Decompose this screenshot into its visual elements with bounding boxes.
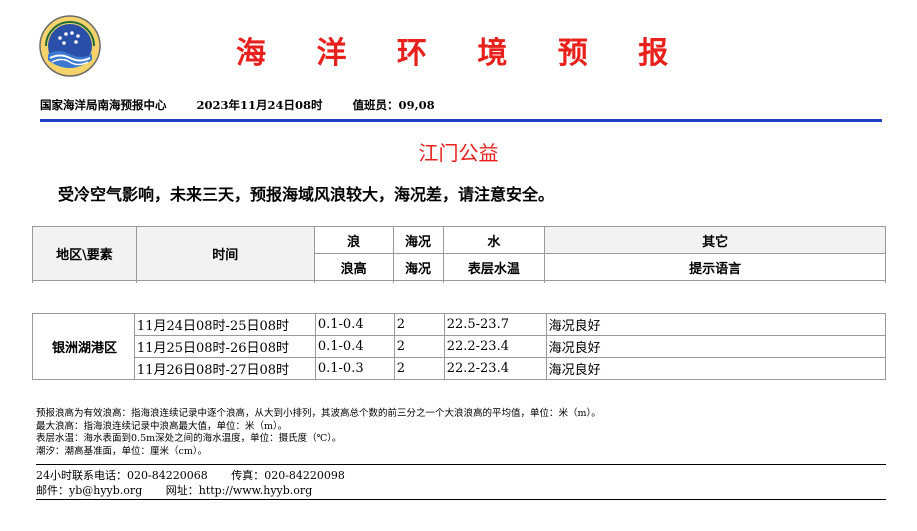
header-divider (40, 119, 882, 122)
temp-cell: 22.5-23.7 (443, 313, 547, 336)
forecast-headline: 受冷空气影响，未来三天，预报海域风浪较大，海况差，请注意安全。 (58, 185, 555, 204)
definitions-notes: 预报浪高为有效浪高：指海浪连续记录中逐个浪高，从大到小排列，其波高总个数的前三分… (36, 408, 601, 458)
header-meta: 国家海洋局南海预报中心 2023年11月24日08时 值班员：09,08 (40, 97, 461, 113)
wave-cell: 0.1-0.3 (314, 357, 395, 380)
sea-cell: 2 (393, 313, 445, 336)
header-sea-bottom: 海况 (392, 253, 444, 281)
tip-cell: 海况良好 (545, 313, 887, 336)
table-row: 11月26日08时-27日08时 0.1-0.3 2 22.2-23.4 海况良… (33, 357, 887, 380)
note-line: 最大浪高：指海浪连续记录中浪高最大值，单位：米（m）。 (36, 420, 288, 432)
footer-divider-top (36, 464, 886, 465)
header-water-top: 水 (442, 226, 546, 254)
region-cell: 银洲湖港区 (32, 313, 135, 380)
issue-date: 2023年11月24日08时 (196, 98, 323, 112)
header-wave-top: 浪 (313, 226, 394, 254)
footer-divider-bottom (36, 499, 886, 500)
email-link[interactable]: 邮件：yb@hyyb.org (36, 484, 142, 497)
header-time: 时间 (135, 226, 315, 281)
note-line: 预报浪高为有效浪高：指海浪连续记录中逐个浪高，从大到小排列，其波高总个数的前三分… (36, 408, 601, 419)
location-title: 江门公益 (418, 141, 499, 165)
header-other-top: 其它 (544, 226, 886, 254)
contact-info: 24小时联系电话：020-84220068 传真：020-84220098 邮件… (36, 468, 365, 498)
wave-cell: 0.1-0.4 (314, 313, 395, 336)
time-cell: 11月26日08时-27日08时 (133, 357, 316, 380)
tip-cell: 海况良好 (545, 335, 887, 358)
table-row: 11月25日08时-26日08时 0.1-0.4 2 22.2-23.4 海况良… (33, 335, 887, 358)
fax-number: 传真：020-84220098 (231, 469, 345, 482)
wave-cell: 0.1-0.4 (314, 335, 395, 358)
header-region: 地区\要素 (32, 226, 137, 281)
temp-cell: 22.2-23.4 (443, 357, 547, 380)
forecast-table-header: 地区\要素 时间 浪 海况 水 其它 浪高 海况 表层水温 提示语言 (32, 226, 886, 283)
agency-logo (38, 14, 102, 78)
sea-cell: 2 (393, 335, 445, 358)
header-water-bottom: 表层水温 (442, 253, 546, 281)
page-title: 海 洋 环 境 预 报 (236, 36, 689, 71)
phone-number: 24小时联系电话：020-84220068 (36, 469, 208, 482)
temp-cell: 22.2-23.4 (443, 335, 547, 358)
sea-cell: 2 (393, 357, 445, 380)
forecast-table: 银洲湖港区 11月24日08时-25日08时 0.1-0.4 2 22.5-23… (32, 313, 887, 380)
header-sea-top: 海况 (392, 226, 444, 254)
duty-officer: 值班员：09,08 (352, 98, 435, 112)
header-wave-bottom: 浪高 (313, 253, 394, 281)
time-cell: 11月24日08时-25日08时 (133, 313, 316, 336)
note-line: 潮汐：潮高基准面，单位：厘米（cm）。 (36, 445, 208, 457)
note-line: 表层水温：海水表面到0.5m深处之间的海水温度，单位：摄氏度（℃）。 (36, 433, 342, 444)
forecast-center: 国家海洋局南海预报中心 (40, 98, 167, 112)
website-link[interactable]: 网址：http://www.hyyb.org (166, 484, 313, 497)
table-row: 银洲湖港区 11月24日08时-25日08时 0.1-0.4 2 22.5-23… (32, 313, 887, 380)
time-cell: 11月25日08时-26日08时 (133, 335, 316, 358)
header-other-bottom: 提示语言 (544, 253, 886, 281)
tip-cell: 海况良好 (545, 357, 887, 380)
